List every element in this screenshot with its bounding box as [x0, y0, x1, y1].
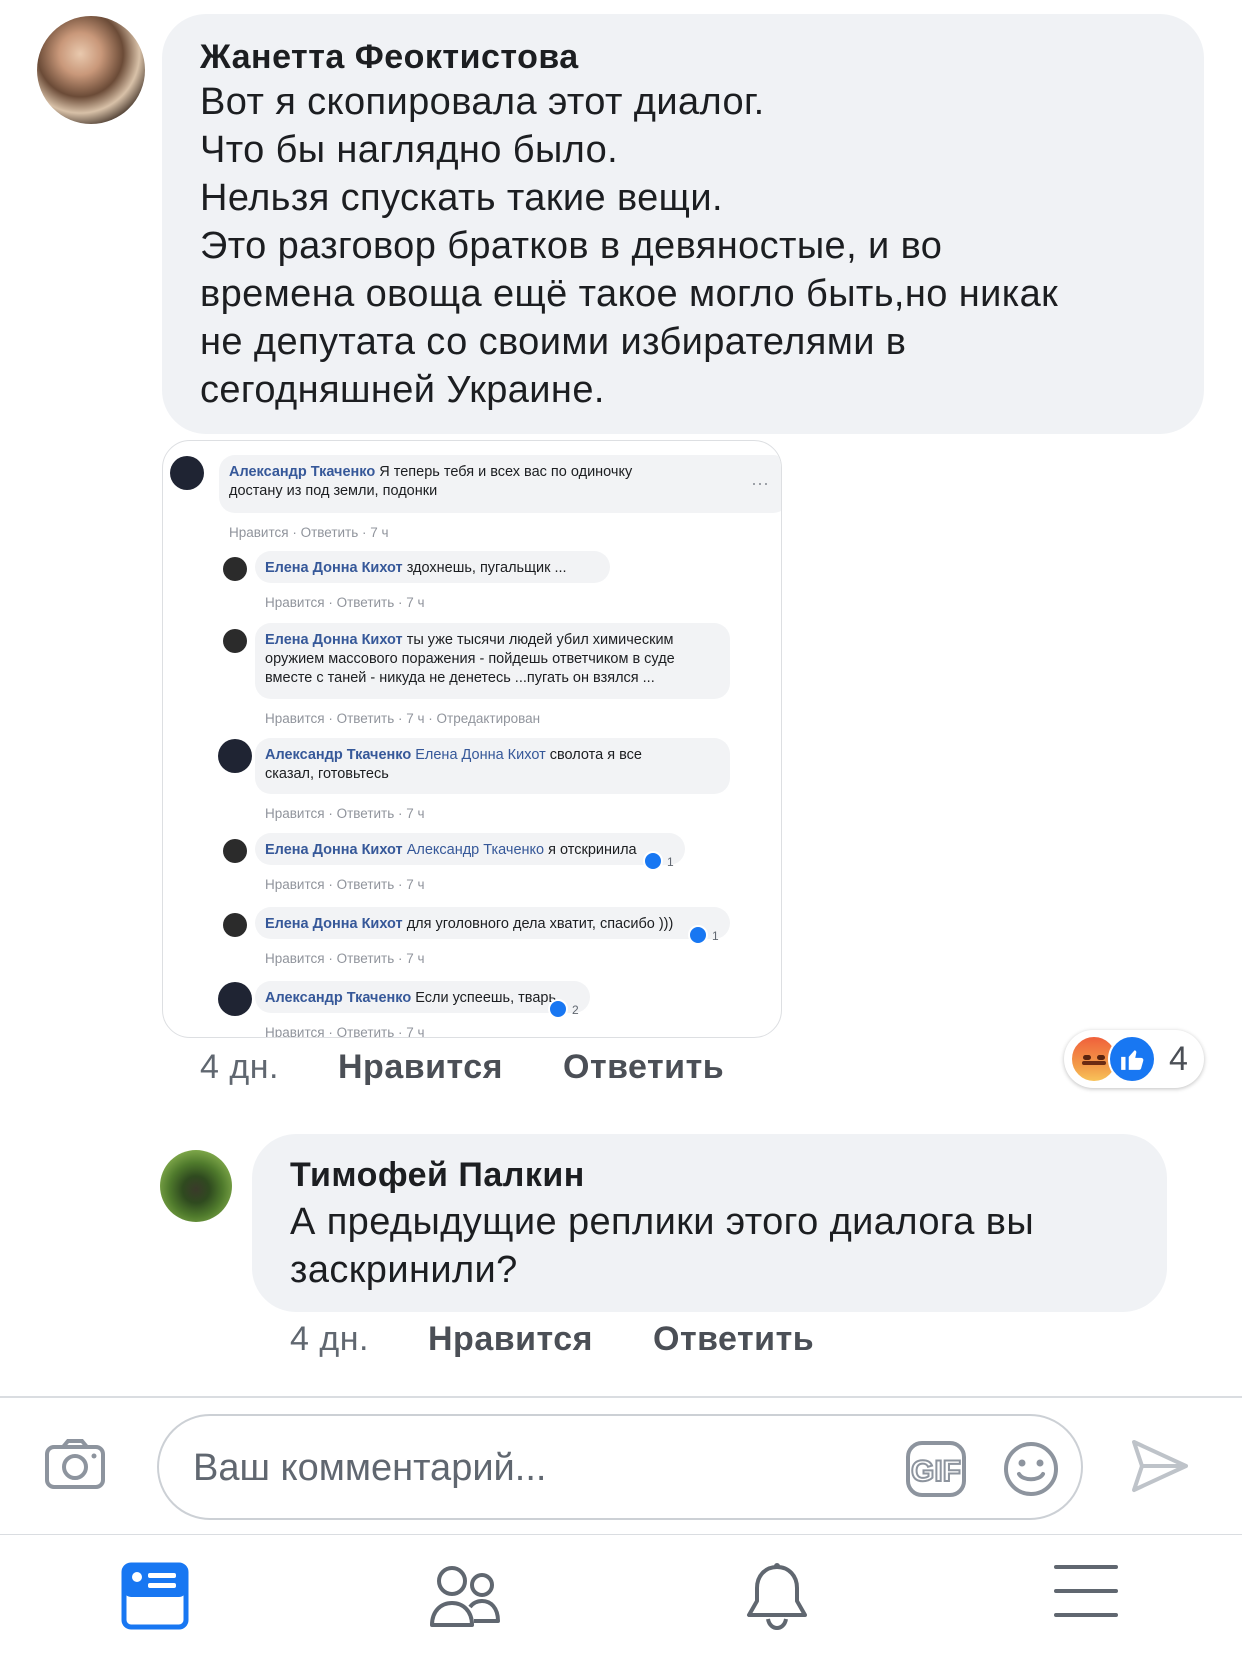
screenshot-comment-meta: Нравится · Ответить · 7 ч: [265, 595, 425, 610]
screenshot-reaction-count: 1: [667, 855, 674, 869]
attached-screenshot-image: Александр Ткаченко Я теперь тебя и всех …: [170, 455, 781, 1038]
screenshot-avatar: [218, 982, 252, 1016]
screenshot-avatar: [218, 739, 252, 773]
avatar-timofey[interactable]: [160, 1150, 232, 1222]
friends-icon[interactable]: [428, 1561, 504, 1636]
screenshot-comment-text: Елена Донна Кихот для уголовного дела хв…: [265, 916, 673, 932]
screenshot-reaction-count: 2: [572, 1003, 579, 1017]
comment-composer: GIF: [0, 1398, 1242, 1534]
comment-author-1[interactable]: Жанетта Феоктистова: [200, 38, 579, 77]
screenshot-comment-meta: Нравится · Ответить · 7 ч: [265, 1025, 425, 1038]
screenshot-comment-meta: Нравится · Ответить · 7 ч: [229, 525, 389, 540]
screenshot-like-icon: [688, 925, 708, 945]
comment-text-2: А предыдущие реплики этого диалога вы за…: [290, 1201, 1035, 1291]
comment-time-2: 4 дн.: [290, 1320, 369, 1358]
reply-button-1[interactable]: Ответить: [563, 1048, 724, 1087]
news-feed-icon[interactable]: [120, 1561, 190, 1636]
screenshot-comment-meta: Нравится · Ответить · 7 ч · Отредактиров…: [265, 711, 540, 726]
screenshot-avatar: [170, 456, 204, 490]
screenshot-more-icon: ···: [751, 473, 769, 493]
reply-button-2[interactable]: Ответить: [653, 1320, 814, 1359]
avatar-zhanetta[interactable]: [37, 16, 145, 124]
notifications-icon[interactable]: [744, 1561, 810, 1638]
screenshot-comment-meta: Нравится · Ответить · 7 ч: [265, 951, 425, 966]
screenshot-comment-text: Елена Донна Кихот Александр Ткаченко я о…: [265, 842, 638, 858]
reactions-summary[interactable]: 4: [1064, 1030, 1204, 1088]
emoji-icon[interactable]: [1002, 1440, 1060, 1503]
screenshot-comment-text: Александр Ткаченко Елена Донна Кихот сво…: [265, 747, 642, 763]
reaction-count: 4: [1169, 1040, 1188, 1078]
screenshot-avatar: [223, 629, 247, 653]
gif-button[interactable]: GIF: [905, 1440, 967, 1498]
comment-time-1: 4 дн.: [200, 1048, 279, 1086]
screenshot-comment-text: Елена Донна Кихот ты уже тысячи людей уб…: [265, 632, 674, 648]
screenshot-comment-text: Александр Ткаченко Я теперь тебя и всех …: [229, 464, 633, 480]
camera-icon[interactable]: [44, 1438, 106, 1495]
screenshot-comment-text: Елена Донна Кихот здохнешь, пугальщик ..…: [265, 560, 567, 576]
screenshot-comment-text: оружием массового поражения - пойдешь от…: [265, 651, 675, 667]
like-icon: [1108, 1035, 1156, 1083]
gif-label: GIF: [911, 1455, 961, 1488]
screenshot-reaction-count: 1: [712, 929, 719, 943]
comment-text-1: Вот я скопировала этот диалог. Что бы на…: [200, 81, 1059, 411]
menu-icon[interactable]: [1052, 1561, 1120, 1626]
screenshot-comment-meta: Нравится · Ответить · 7 ч: [265, 806, 425, 821]
screenshot-avatar: [223, 839, 247, 863]
screenshot-avatar: [223, 913, 247, 937]
screenshot-avatar: [223, 557, 247, 581]
comment-input-wrapper: GIF: [157, 1414, 1083, 1520]
screenshot-comment-text: вместе с таней - никуда не денетесь ...п…: [265, 670, 655, 686]
bottom-tab-bar: [0, 1534, 1242, 1668]
like-button-2[interactable]: Нравится: [428, 1320, 593, 1359]
comment-input[interactable]: [193, 1438, 833, 1498]
screenshot-comment-text: достану из под земли, подонки: [229, 483, 437, 499]
screenshot-comment-text: Александр Ткаченко Если успеешь, тварь: [265, 990, 556, 1006]
like-button-1[interactable]: Нравится: [338, 1048, 503, 1087]
comment-author-2[interactable]: Тимофей Палкин: [290, 1156, 585, 1195]
screenshot-comment-meta: Нравится · Ответить · 7 ч: [265, 877, 425, 892]
attached-screenshot[interactable]: Александр Ткаченко Я теперь тебя и всех …: [162, 440, 782, 1038]
send-icon[interactable]: [1130, 1438, 1190, 1499]
screenshot-comment-text: сказал, готовьтесь: [265, 766, 389, 782]
screenshot-like-icon: [643, 851, 663, 871]
screenshot-like-icon: [548, 999, 568, 1019]
